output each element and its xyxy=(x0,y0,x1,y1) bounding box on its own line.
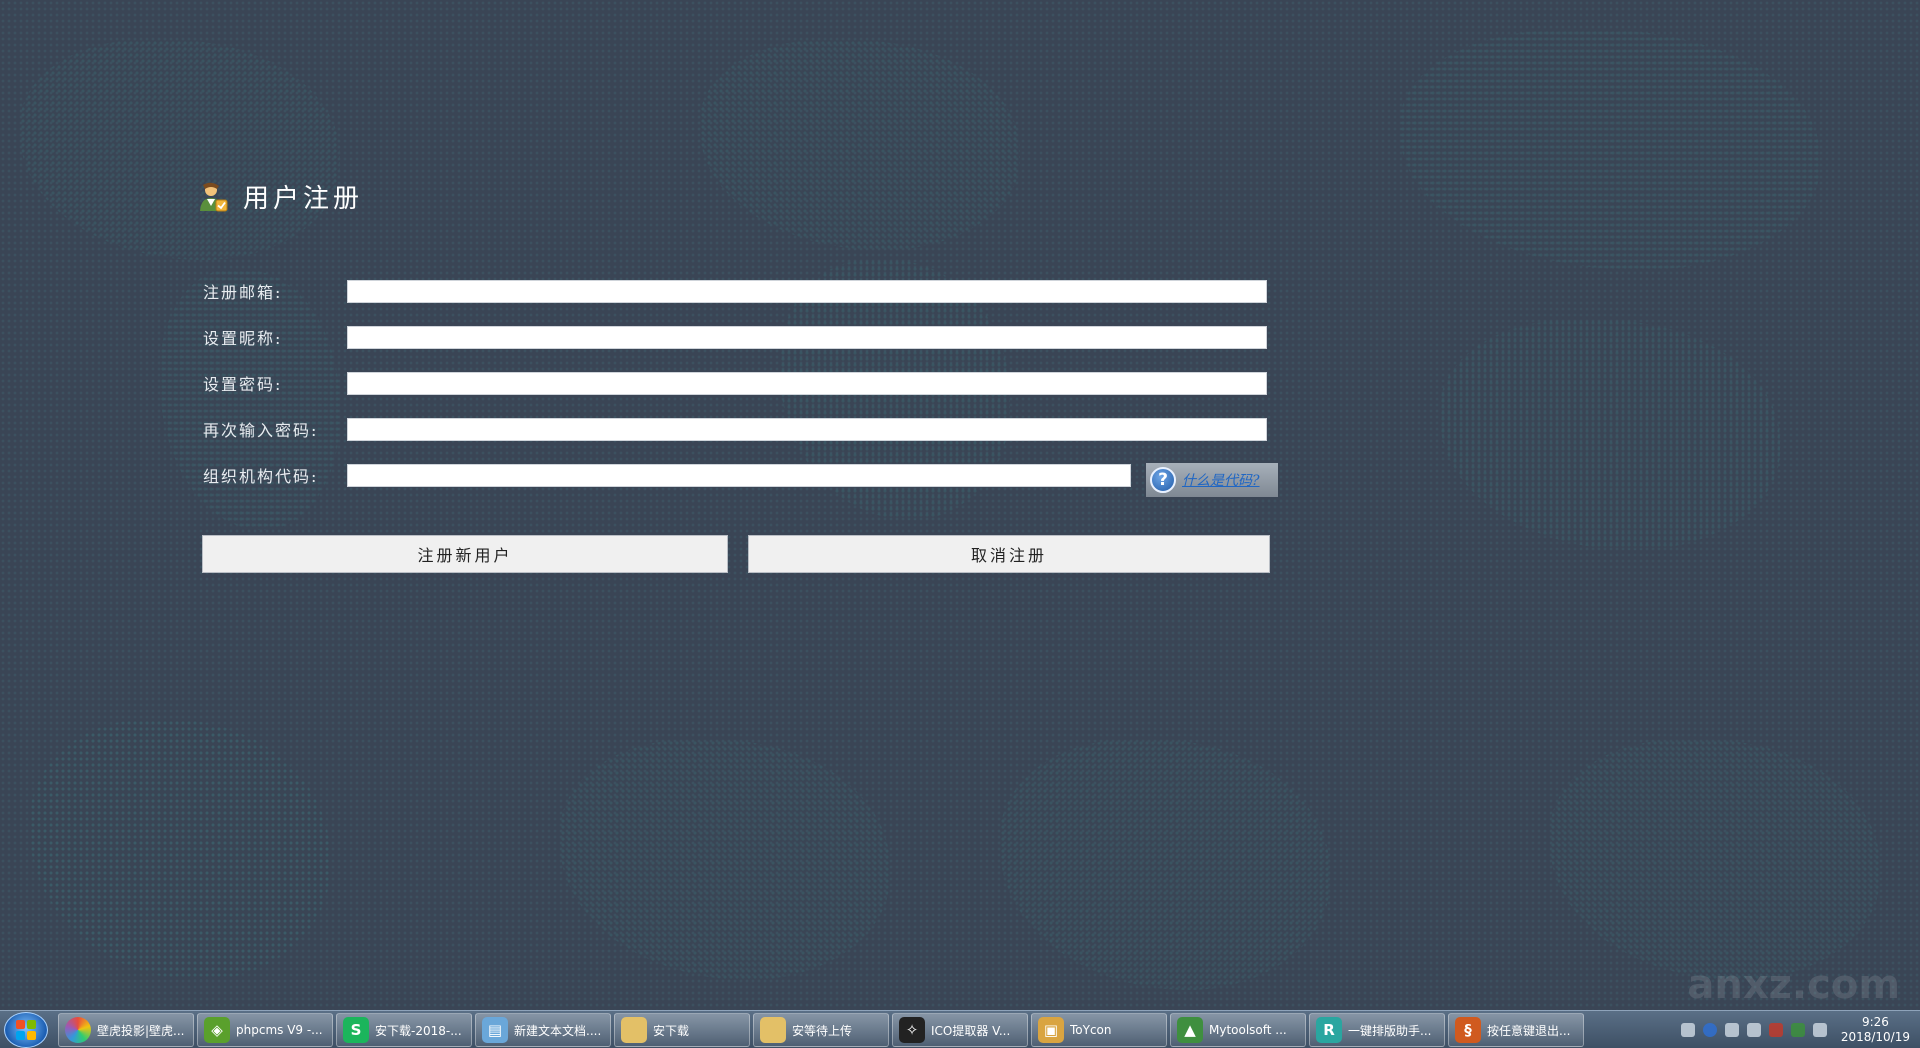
clock-date: 2018/10/19 xyxy=(1840,1030,1910,1044)
page-title: 用户注册 xyxy=(243,184,364,214)
taskbar-item[interactable]: ✧ ICO提取器 V... xyxy=(892,1013,1028,1047)
taskbar-item-label: 安等待上传 xyxy=(792,1023,853,1038)
confirm-password-label: 再次输入密码: xyxy=(203,421,319,440)
taskbar-item[interactable]: ◈ phpcms V9 -... xyxy=(197,1013,333,1047)
email-label: 注册邮箱: xyxy=(203,283,283,302)
help-box[interactable]: ? 什么是代码? xyxy=(1146,463,1278,497)
clock[interactable]: 9:26 2018/10/19 xyxy=(1841,1015,1910,1045)
start-button[interactable] xyxy=(4,1012,48,1048)
cancel-button[interactable]: 取消注册 xyxy=(748,535,1270,573)
registration-window: 用户注册 注册邮箱: 设置昵称: 设置密码: 再次输入密码: 组织机构代码: ?… xyxy=(0,0,1920,1010)
password-field[interactable] xyxy=(347,371,1267,395)
password-label: 设置密码: xyxy=(203,375,283,394)
taskbar-items: 壁虎投影|壁虎... ◈ phpcms V9 -... S 安下载-2018-.… xyxy=(58,1013,1584,1047)
image-icon: ▲ xyxy=(1177,1017,1203,1043)
shield-app-icon: ◈ xyxy=(204,1017,230,1043)
show-hidden-icon[interactable] xyxy=(1746,1023,1761,1037)
taskbar-item[interactable]: ▣ ToYcon xyxy=(1031,1013,1167,1047)
system-tray: 9:26 2018/10/19 xyxy=(1680,1011,1910,1048)
taskbar-item[interactable]: 安下载 xyxy=(614,1013,750,1047)
taskbar-item[interactable]: § 按任意键退出... xyxy=(1448,1013,1584,1047)
taskbar-item[interactable]: 壁虎投影|壁虎... xyxy=(58,1013,194,1047)
taskbar-item-label: phpcms V9 -... xyxy=(236,1023,323,1037)
security-icon[interactable] xyxy=(1790,1023,1805,1037)
taskbar-item-label: 新建文本文档.... xyxy=(514,1023,602,1038)
action-center-icon[interactable] xyxy=(1768,1023,1783,1037)
nickname-row: 设置昵称: xyxy=(203,325,1267,349)
taskbar-item-label: 一键排版助手... xyxy=(1348,1023,1432,1038)
clock-time: 9:26 xyxy=(1861,1015,1889,1029)
email-field[interactable] xyxy=(347,279,1267,303)
org-code-field[interactable] xyxy=(347,463,1131,487)
taskbar-item[interactable]: S 安下载-2018-... xyxy=(336,1013,472,1047)
windows-logo-icon xyxy=(16,1020,36,1040)
nickname-field[interactable] xyxy=(347,325,1267,349)
keyboard-icon[interactable] xyxy=(1680,1023,1695,1037)
org-code-label: 组织机构代码: xyxy=(203,467,319,486)
user-register-icon xyxy=(200,182,228,211)
help-tray-icon[interactable] xyxy=(1702,1023,1717,1037)
color-wheel-icon xyxy=(65,1017,91,1043)
confirm-password-row: 再次输入密码: xyxy=(203,417,1267,441)
folder-icon xyxy=(621,1017,647,1043)
wps-s-icon: S xyxy=(343,1017,369,1043)
taskbar-item-label: 壁虎投影|壁虎... xyxy=(97,1023,185,1038)
confirm-password-field[interactable] xyxy=(347,417,1267,441)
network-icon[interactable] xyxy=(1724,1023,1739,1037)
taskbar-item[interactable]: 安等待上传 xyxy=(753,1013,889,1047)
volume-icon[interactable] xyxy=(1812,1023,1827,1037)
taskbar-item[interactable]: ▤ 新建文本文档.... xyxy=(475,1013,611,1047)
taskbar-item-label: Mytoolsoft ... xyxy=(1209,1023,1287,1037)
what-is-code-link[interactable]: 什么是代码? xyxy=(1182,470,1260,490)
taskbar: 壁虎投影|壁虎... ◈ phpcms V9 -... S 安下载-2018-.… xyxy=(0,1010,1920,1048)
box-icon: ▣ xyxy=(1038,1017,1064,1043)
nickname-label: 设置昵称: xyxy=(203,329,283,348)
taskbar-item-label: 安下载-2018-... xyxy=(375,1023,462,1038)
org-code-row: 组织机构代码: xyxy=(203,463,1131,487)
question-mark-icon[interactable]: ? xyxy=(1150,467,1176,493)
folder-icon xyxy=(760,1017,786,1043)
dragon-icon: § xyxy=(1455,1017,1481,1043)
watermark: anxz.com xyxy=(1687,962,1900,1008)
register-button[interactable]: 注册新用户 xyxy=(202,535,728,573)
taskbar-item-label: ICO提取器 V... xyxy=(931,1023,1011,1038)
title-row: 用户注册 xyxy=(197,178,363,215)
notepad-icon: ▤ xyxy=(482,1017,508,1043)
taskbar-item-label: ToYcon xyxy=(1070,1023,1112,1037)
taskbar-item-label: 按任意键退出... xyxy=(1487,1023,1571,1038)
taskbar-item[interactable]: R 一键排版助手... xyxy=(1309,1013,1445,1047)
taskbar-item-label: 安下载 xyxy=(653,1023,690,1038)
email-row: 注册邮箱: xyxy=(203,279,1267,303)
ico-extractor-icon: ✧ xyxy=(899,1017,925,1043)
taskbar-item[interactable]: ▲ Mytoolsoft ... xyxy=(1170,1013,1306,1047)
r-logo-icon: R xyxy=(1316,1017,1342,1043)
password-row: 设置密码: xyxy=(203,371,1267,395)
